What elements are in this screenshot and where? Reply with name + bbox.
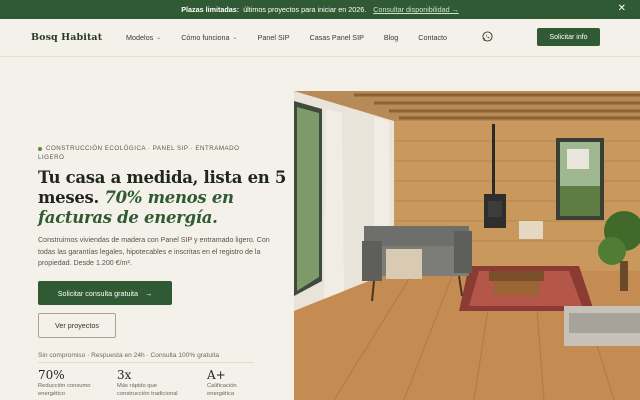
main-nav: Modelos ⌄ Cómo funciona ⌄ Panel SIP Casa… — [126, 33, 447, 42]
stat-item: 3x Más rápido que construcción tradicion… — [117, 368, 197, 398]
hero-description: Construimos viviendas de madera con Pane… — [38, 236, 270, 267]
hero-headline: Tu casa a medida, lista en 5 meses. 70% … — [38, 168, 288, 228]
arrow-right-icon: → — [145, 288, 153, 298]
status-dot — [38, 147, 42, 151]
stat-label: Calificación — [207, 383, 237, 389]
nav-label: Casas Panel SIP — [309, 33, 364, 42]
nav-item-casas-panel-sip[interactable]: Casas Panel SIP — [310, 33, 364, 42]
nav-item-contacto[interactable]: Contacto — [418, 33, 447, 42]
stat-label: Más rápido que — [117, 383, 157, 389]
stat-label: energética — [207, 391, 235, 397]
logo[interactable]: Bosq Habitat — [31, 32, 102, 43]
nav-label: Cómo funciona — [181, 33, 230, 42]
request-consultation-button[interactable]: Solicitar consulta gratuita → — [38, 281, 172, 305]
stat-item: A+ Calificación energética — [207, 368, 287, 398]
button-label: Solicitar consulta gratuita — [57, 288, 139, 298]
whatsapp-icon[interactable] — [482, 31, 493, 42]
nav-label: Contacto — [418, 33, 448, 42]
nav-item-blog[interactable]: Blog — [384, 33, 398, 42]
availability-link[interactable]: Consultar disponibilidad → — [373, 5, 459, 14]
stat-value: 3x — [117, 368, 132, 382]
announcement-strong: Plazas limitadas: — [181, 5, 240, 14]
announcement-text: últimos proyectos para iniciar en 2026. — [243, 5, 367, 14]
stat-value: A+ — [207, 368, 226, 382]
stat-label: energético — [38, 391, 66, 397]
divider — [38, 362, 254, 363]
nav-item-panel-sip[interactable]: Panel SIP — [258, 33, 290, 42]
eyebrow-line-1: CONSTRUCCIÓN ECOLÓGICA · PANEL SIP · ENT… — [46, 145, 240, 152]
stat-label: Reducción consumo — [38, 383, 91, 389]
nav-label: Panel SIP — [257, 33, 290, 42]
view-projects-button[interactable]: Ver proyectos — [38, 313, 116, 338]
living-room-photo — [294, 91, 640, 400]
nav-label: Blog — [383, 33, 399, 42]
stat-item: 70% Reducción consumo energético — [38, 368, 118, 398]
close-icon[interactable]: ✕ — [618, 3, 626, 14]
nav-label: Modelos — [126, 33, 154, 42]
announcement-bar: Plazas limitadas: últimos proyectos para… — [0, 0, 640, 19]
nav-item-modelos[interactable]: Modelos ⌄ — [126, 33, 161, 42]
assurance-text: Sin compromiso · Respuesta en 24h · Cons… — [38, 352, 220, 359]
chevron-down-icon: ⌄ — [156, 35, 162, 41]
eyebrow-line-2: LIGERO — [38, 154, 65, 161]
nav-item-como-funciona[interactable]: Cómo funciona ⌄ — [181, 33, 237, 42]
eyebrow: CONSTRUCCIÓN ECOLÓGICA · PANEL SIP · ENT… — [38, 144, 248, 162]
stat-value: 70% — [38, 368, 65, 382]
site-header: Bosq Habitat Modelos ⌄ Cómo funciona ⌄ P… — [0, 19, 640, 57]
stat-label: construcción tradicional — [117, 391, 178, 397]
request-info-button[interactable]: Solicitar info — [537, 28, 600, 46]
chevron-down-icon: ⌄ — [232, 35, 238, 41]
